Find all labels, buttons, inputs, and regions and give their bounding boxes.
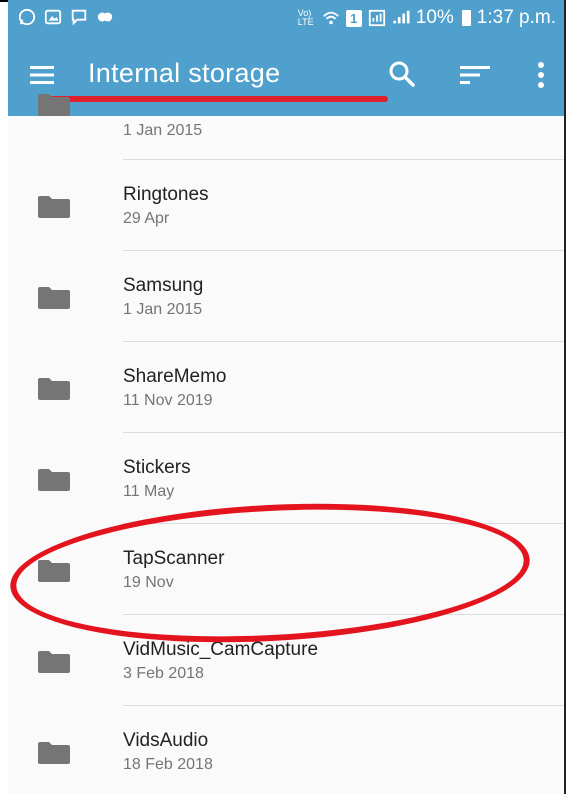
status-indicators: Vo) LTE 1 10% 1:37 p.m. <box>298 7 556 29</box>
status-bar: Vo) LTE 1 10% 1:37 p.m. <box>8 0 564 36</box>
file-date: 1 Jan 2015 <box>123 122 203 139</box>
network-label: Vo) LTE <box>297 8 314 27</box>
signal-icon <box>393 10 410 24</box>
notification-icons <box>18 8 114 26</box>
folder-icon <box>38 650 70 673</box>
folder-icon <box>38 741 70 764</box>
sort-icon[interactable] <box>460 64 490 86</box>
more-vert-icon[interactable] <box>536 60 546 90</box>
battery-percent: 10% <box>415 7 454 28</box>
list-item[interactable]: VidsAudio 18 Feb 2018 <box>8 706 564 794</box>
file-name: Ringtones <box>123 184 209 205</box>
clock: 1:37 p.m. <box>476 7 556 28</box>
game-icon <box>97 12 113 22</box>
file-name: Stickers <box>123 457 191 478</box>
list-item[interactable]: ShareMemo 11 Nov 2019 <box>8 342 564 433</box>
list-item[interactable]: Ringtones 29 Apr <box>8 160 564 251</box>
toolbar-title: Internal storage <box>88 58 281 88</box>
file-date: 18 Feb 2018 <box>123 756 213 773</box>
gallery-icon <box>44 9 62 25</box>
folder-icon <box>38 286 70 309</box>
folder-icon <box>38 195 70 218</box>
sim-badge: 1 <box>345 9 362 27</box>
file-name: Samsung <box>123 275 204 296</box>
folder-icon <box>38 94 70 116</box>
menu-icon[interactable] <box>30 64 54 86</box>
folder-icon <box>38 377 70 400</box>
file-name: ShareMemo <box>123 366 227 387</box>
list-item[interactable]: 1 Jan 2015 <box>8 88 564 160</box>
battery-icon <box>461 10 471 26</box>
file-name: VidsAudio <box>123 730 209 751</box>
search-icon[interactable] <box>388 60 416 88</box>
list-item[interactable]: Samsung 1 Jan 2015 <box>8 251 564 342</box>
folder-icon <box>38 468 70 491</box>
file-date: 3 Feb 2018 <box>123 665 204 682</box>
file-date: 11 Nov 2019 <box>123 392 213 409</box>
file-date: 11 May <box>123 483 175 500</box>
file-date: 1 Jan 2015 <box>123 301 203 318</box>
phone-screen: Vo) LTE 1 10% 1:37 p.m. Internal storage… <box>8 0 564 794</box>
message-icon <box>71 9 87 26</box>
edge-line <box>0 0 8 2</box>
sim-signal-icon <box>368 9 385 27</box>
file-date: 29 Apr <box>123 210 170 227</box>
wifi-icon <box>322 11 339 25</box>
whatsapp-icon <box>18 8 36 26</box>
